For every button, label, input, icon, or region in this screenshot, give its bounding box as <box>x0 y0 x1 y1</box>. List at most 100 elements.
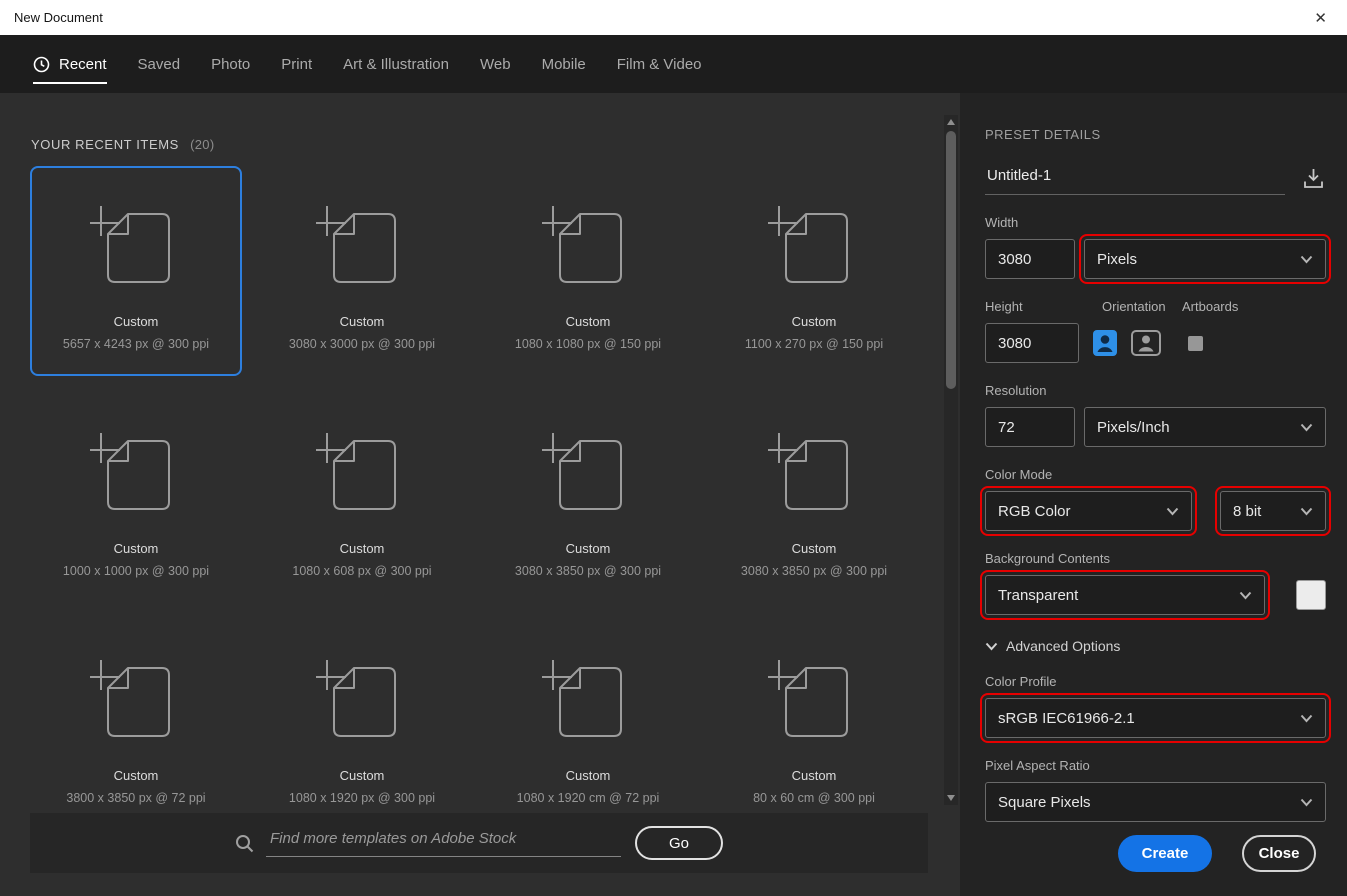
document-preset-icon <box>542 198 634 298</box>
preset-card-12[interactable]: Custom 80 x 60 cm @ 300 ppi <box>708 620 920 830</box>
orientation-portrait-button[interactable] <box>1092 329 1118 357</box>
preset-card-11[interactable]: Custom 1080 x 1920 cm @ 72 ppi <box>482 620 694 830</box>
scroll-up-icon[interactable] <box>947 119 955 125</box>
preset-card-dims: 1000 x 1000 px @ 300 ppi <box>62 564 210 578</box>
tab-photo[interactable]: Photo <box>211 35 250 93</box>
preset-card-1[interactable]: Custom 5657 x 4243 px @ 300 ppi <box>30 166 242 376</box>
color-mode-dropdown[interactable]: RGB Color <box>980 486 1197 536</box>
scrollbar-thumb[interactable] <box>946 131 956 389</box>
preset-card-8[interactable]: Custom 3080 x 3850 px @ 300 ppi <box>708 393 920 603</box>
tab-label: Film & Video <box>616 55 702 73</box>
preset-card-dims: 1100 x 270 px @ 150 ppi <box>744 337 884 351</box>
preset-card-5[interactable]: Custom 1000 x 1000 px @ 300 ppi <box>30 393 242 603</box>
chevron-down-icon <box>1300 714 1313 723</box>
tab-art-illustration[interactable]: Art & Illustration <box>343 35 449 93</box>
chevron-down-icon <box>985 642 998 651</box>
preset-card-dims: 1080 x 608 px @ 300 ppi <box>292 564 432 578</box>
background-contents-label: Background Contents <box>985 551 1111 566</box>
advanced-options-toggle[interactable]: Advanced Options <box>985 638 1326 654</box>
preset-card-2[interactable]: Custom 3080 x 3000 px @ 300 ppi <box>256 166 468 376</box>
color-profile-value: sRGB IEC61966-2.1 <box>998 709 1135 727</box>
preset-card-title: Custom <box>565 314 611 329</box>
preset-card-title: Custom <box>113 768 159 783</box>
tab-mobile[interactable]: Mobile <box>542 35 586 93</box>
category-tabbar: Recent Saved Photo Print Art & Illustrat… <box>0 35 1347 93</box>
tab-label: Recent <box>59 55 107 73</box>
chevron-down-icon <box>1166 507 1179 516</box>
document-name-input[interactable] <box>985 167 1285 195</box>
width-unit-value: Pixels <box>1097 250 1138 268</box>
search-icon <box>235 834 254 853</box>
preset-card-dims: 5657 x 4243 px @ 300 ppi <box>62 337 210 351</box>
document-preset-icon <box>768 198 860 298</box>
resolution-unit-dropdown[interactable]: Pixels/Inch <box>1084 407 1326 447</box>
orientation-label: Orientation <box>1102 299 1166 314</box>
color-mode-label: Color Mode <box>985 467 1053 482</box>
new-document-dialog: New Document ✕ Recent Saved Photo Print … <box>0 0 1347 896</box>
tab-label: Mobile <box>541 55 586 73</box>
document-preset-icon <box>90 425 182 525</box>
background-contents-value: Transparent <box>998 586 1079 604</box>
clock-icon <box>33 56 50 73</box>
vertical-scrollbar[interactable] <box>944 115 958 805</box>
preset-card-10[interactable]: Custom 1080 x 1920 px @ 300 ppi <box>256 620 468 830</box>
tab-label: Saved <box>137 55 181 73</box>
tab-print[interactable]: Print <box>281 35 312 93</box>
bit-depth-dropdown[interactable]: 8 bit <box>1215 486 1331 536</box>
pixel-aspect-ratio-dropdown[interactable]: Square Pixels <box>985 782 1326 822</box>
chevron-down-icon <box>1300 255 1313 264</box>
preset-card-title: Custom <box>565 541 611 556</box>
preset-card-4[interactable]: Custom 1100 x 270 px @ 150 ppi <box>708 166 920 376</box>
resolution-unit-value: Pixels/Inch <box>1097 418 1170 436</box>
preset-card-title: Custom <box>791 541 837 556</box>
orientation-landscape-button[interactable] <box>1131 330 1161 356</box>
chevron-down-icon <box>1300 798 1313 807</box>
tab-label: Art & Illustration <box>343 55 449 73</box>
preset-card-title: Custom <box>339 768 385 783</box>
preset-card-title: Custom <box>339 541 385 556</box>
resolution-label: Resolution <box>985 383 1047 398</box>
document-preset-icon <box>316 198 408 298</box>
go-button[interactable]: Go <box>635 826 723 860</box>
color-mode-value: RGB Color <box>998 502 1071 520</box>
tab-web[interactable]: Web <box>480 35 511 93</box>
tab-saved[interactable]: Saved <box>138 35 181 93</box>
background-contents-dropdown[interactable]: Transparent <box>980 570 1270 620</box>
height-input[interactable] <box>985 323 1079 363</box>
tab-recent[interactable]: Recent <box>33 35 107 93</box>
preset-card-title: Custom <box>339 314 385 329</box>
close-icon[interactable]: ✕ <box>1308 7 1333 29</box>
preset-card-6[interactable]: Custom 1080 x 608 px @ 300 ppi <box>256 393 468 603</box>
advanced-options-label: Advanced Options <box>1006 638 1121 654</box>
width-input[interactable] <box>985 239 1075 279</box>
scroll-down-icon[interactable] <box>947 795 955 801</box>
color-profile-dropdown[interactable]: sRGB IEC61966-2.1 <box>980 693 1331 743</box>
document-preset-icon <box>316 425 408 525</box>
artboards-checkbox[interactable] <box>1188 335 1203 351</box>
preset-card-dims: 3080 x 3850 px @ 300 ppi <box>514 564 662 578</box>
preset-card-3[interactable]: Custom 1080 x 1080 px @ 150 ppi <box>482 166 694 376</box>
create-button[interactable]: Create <box>1118 835 1212 872</box>
preset-card-dims: 3080 x 3000 px @ 300 ppi <box>288 337 436 351</box>
preset-card-title: Custom <box>113 541 159 556</box>
preset-card-dims: 3080 x 3850 px @ 300 ppi <box>740 564 888 578</box>
save-preset-icon[interactable] <box>1301 166 1326 191</box>
document-preset-icon <box>768 425 860 525</box>
chevron-down-icon <box>1300 507 1313 516</box>
recent-items-heading: YOUR RECENT ITEMS (20) <box>0 93 960 152</box>
close-button[interactable]: Close <box>1242 835 1316 872</box>
width-label: Width <box>985 215 1019 230</box>
background-color-swatch[interactable] <box>1296 580 1326 610</box>
window-title: New Document <box>14 10 103 25</box>
preset-card-9[interactable]: Custom 3800 x 3850 px @ 72 ppi <box>30 620 242 830</box>
preset-card-7[interactable]: Custom 3080 x 3850 px @ 300 ppi <box>482 393 694 603</box>
width-unit-dropdown[interactable]: Pixels <box>1079 234 1331 284</box>
preset-card-dims: 1080 x 1920 px @ 300 ppi <box>288 791 436 805</box>
resolution-input[interactable] <box>985 407 1075 447</box>
tab-label: Web <box>480 55 511 73</box>
preset-card-dims: 1080 x 1920 cm @ 72 ppi <box>516 791 660 805</box>
document-preset-icon <box>542 425 634 525</box>
tab-film-video[interactable]: Film & Video <box>617 35 702 93</box>
stock-search-input[interactable] <box>266 829 621 857</box>
recent-items-panel: YOUR RECENT ITEMS (20) Custom 5657 x 424… <box>0 93 960 896</box>
